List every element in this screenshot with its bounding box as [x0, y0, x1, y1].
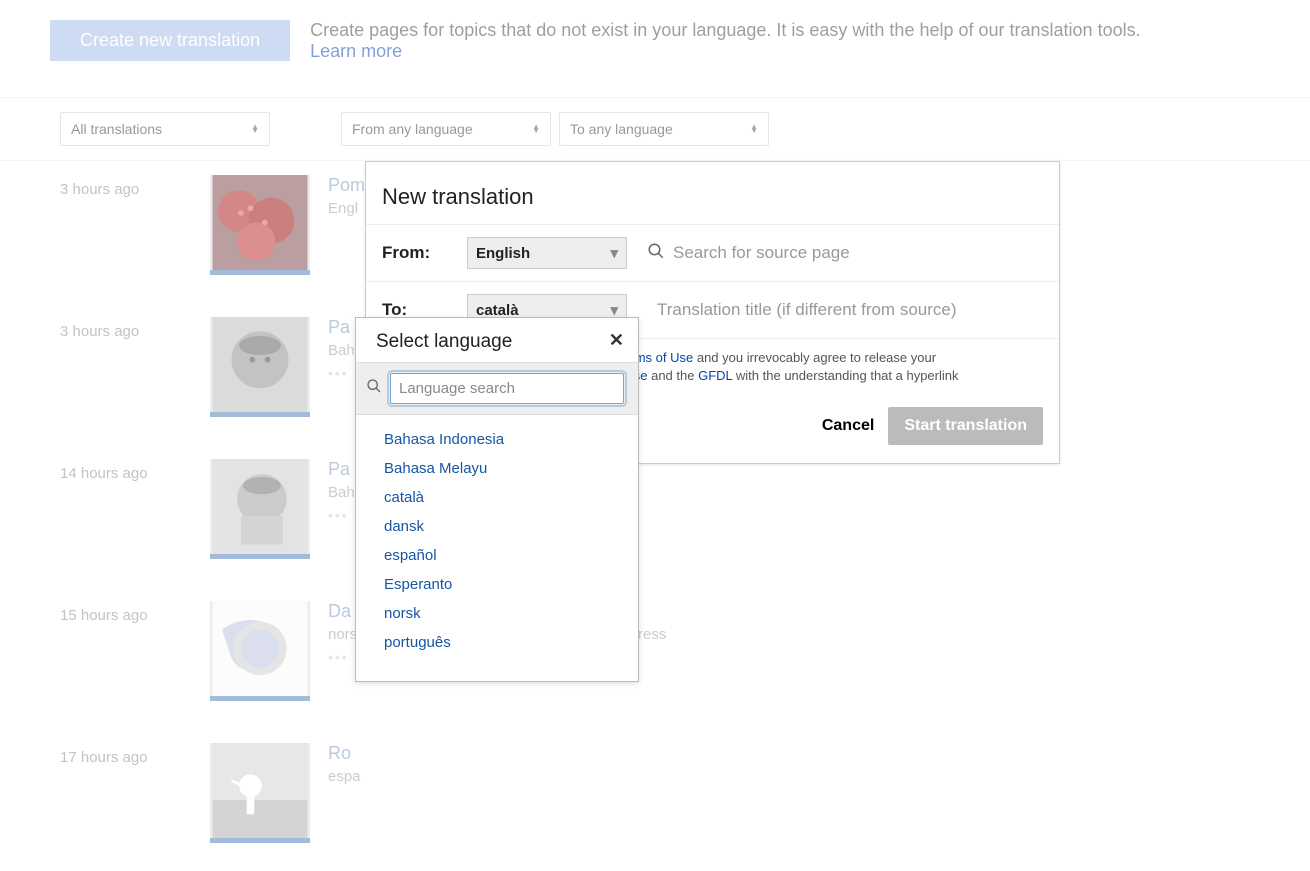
timestamp: 15 hours ago [60, 601, 210, 701]
filter-to-language[interactable]: To any language▲▼ [559, 112, 769, 146]
from-label: From: [382, 243, 467, 263]
language-option[interactable]: Esperanto [356, 570, 638, 599]
language-selector-popover: Select language ✕ Bahasa Indonesia Bahas… [355, 317, 639, 682]
filter-from-language[interactable]: From any language▲▼ [341, 112, 551, 146]
timestamp: 3 hours ago [60, 317, 210, 417]
thumbnail [210, 459, 310, 559]
thumbnail [210, 175, 310, 275]
header-description: Create pages for topics that do not exis… [310, 20, 1140, 62]
gfdl-link[interactable]: GFDL [698, 368, 732, 383]
filter-status[interactable]: All translations▲▼ [60, 112, 270, 146]
thumbnail [210, 317, 310, 417]
sort-icon: ▲▼ [251, 125, 259, 133]
list-item: 14 hours ago Pa Baha ••• [60, 445, 1250, 587]
popover-title: Select language [376, 330, 512, 354]
language-option[interactable]: Bahasa Indonesia [356, 425, 638, 454]
language-search-input[interactable] [390, 373, 624, 404]
sort-icon: ▲▼ [750, 125, 758, 133]
thumbnail [210, 743, 310, 843]
close-icon[interactable]: ✕ [609, 330, 624, 351]
translation-title-input[interactable] [649, 296, 1043, 324]
item-meta: espa [328, 768, 1250, 785]
language-option[interactable]: norsk [356, 599, 638, 628]
translation-list: 3 hours ago Pomegranate Engl 3 hours ago… [0, 161, 1310, 871]
thumbnail [210, 601, 310, 701]
sort-icon: ▲▼ [532, 125, 540, 133]
item-title[interactable]: Ro [328, 743, 1250, 764]
modal-title: New translation [366, 162, 1059, 224]
search-icon [366, 378, 382, 399]
source-page-search[interactable] [665, 239, 1043, 267]
timestamp: 14 hours ago [60, 459, 210, 559]
language-option[interactable]: português [356, 628, 638, 657]
timestamp: 3 hours ago [60, 175, 210, 275]
learn-more-link[interactable]: Learn more [310, 41, 402, 61]
start-translation-button[interactable]: Start translation [888, 407, 1043, 445]
timestamp: 17 hours ago [60, 743, 210, 843]
from-language-select[interactable]: English▾ [467, 237, 627, 269]
search-icon [647, 242, 665, 265]
header-section: Create new translation Create pages for … [0, 0, 1310, 98]
language-option[interactable]: español [356, 541, 638, 570]
language-list: Bahasa Indonesia Bahasa Melayu català da… [356, 415, 638, 681]
language-option[interactable]: català [356, 483, 638, 512]
list-item: 15 hours ago Da nors ogress ••• [60, 587, 1250, 729]
chevron-down-icon: ▾ [610, 244, 618, 262]
filters-row: All translations▲▼ From any language▲▼ T… [0, 98, 1310, 161]
language-option[interactable]: Bahasa Melayu [356, 454, 638, 483]
create-translation-button[interactable]: Create new translation [50, 20, 290, 61]
cancel-button[interactable]: Cancel [822, 407, 874, 445]
list-item: 17 hours ago Ro espa [60, 729, 1250, 871]
language-option[interactable]: dansk [356, 512, 638, 541]
